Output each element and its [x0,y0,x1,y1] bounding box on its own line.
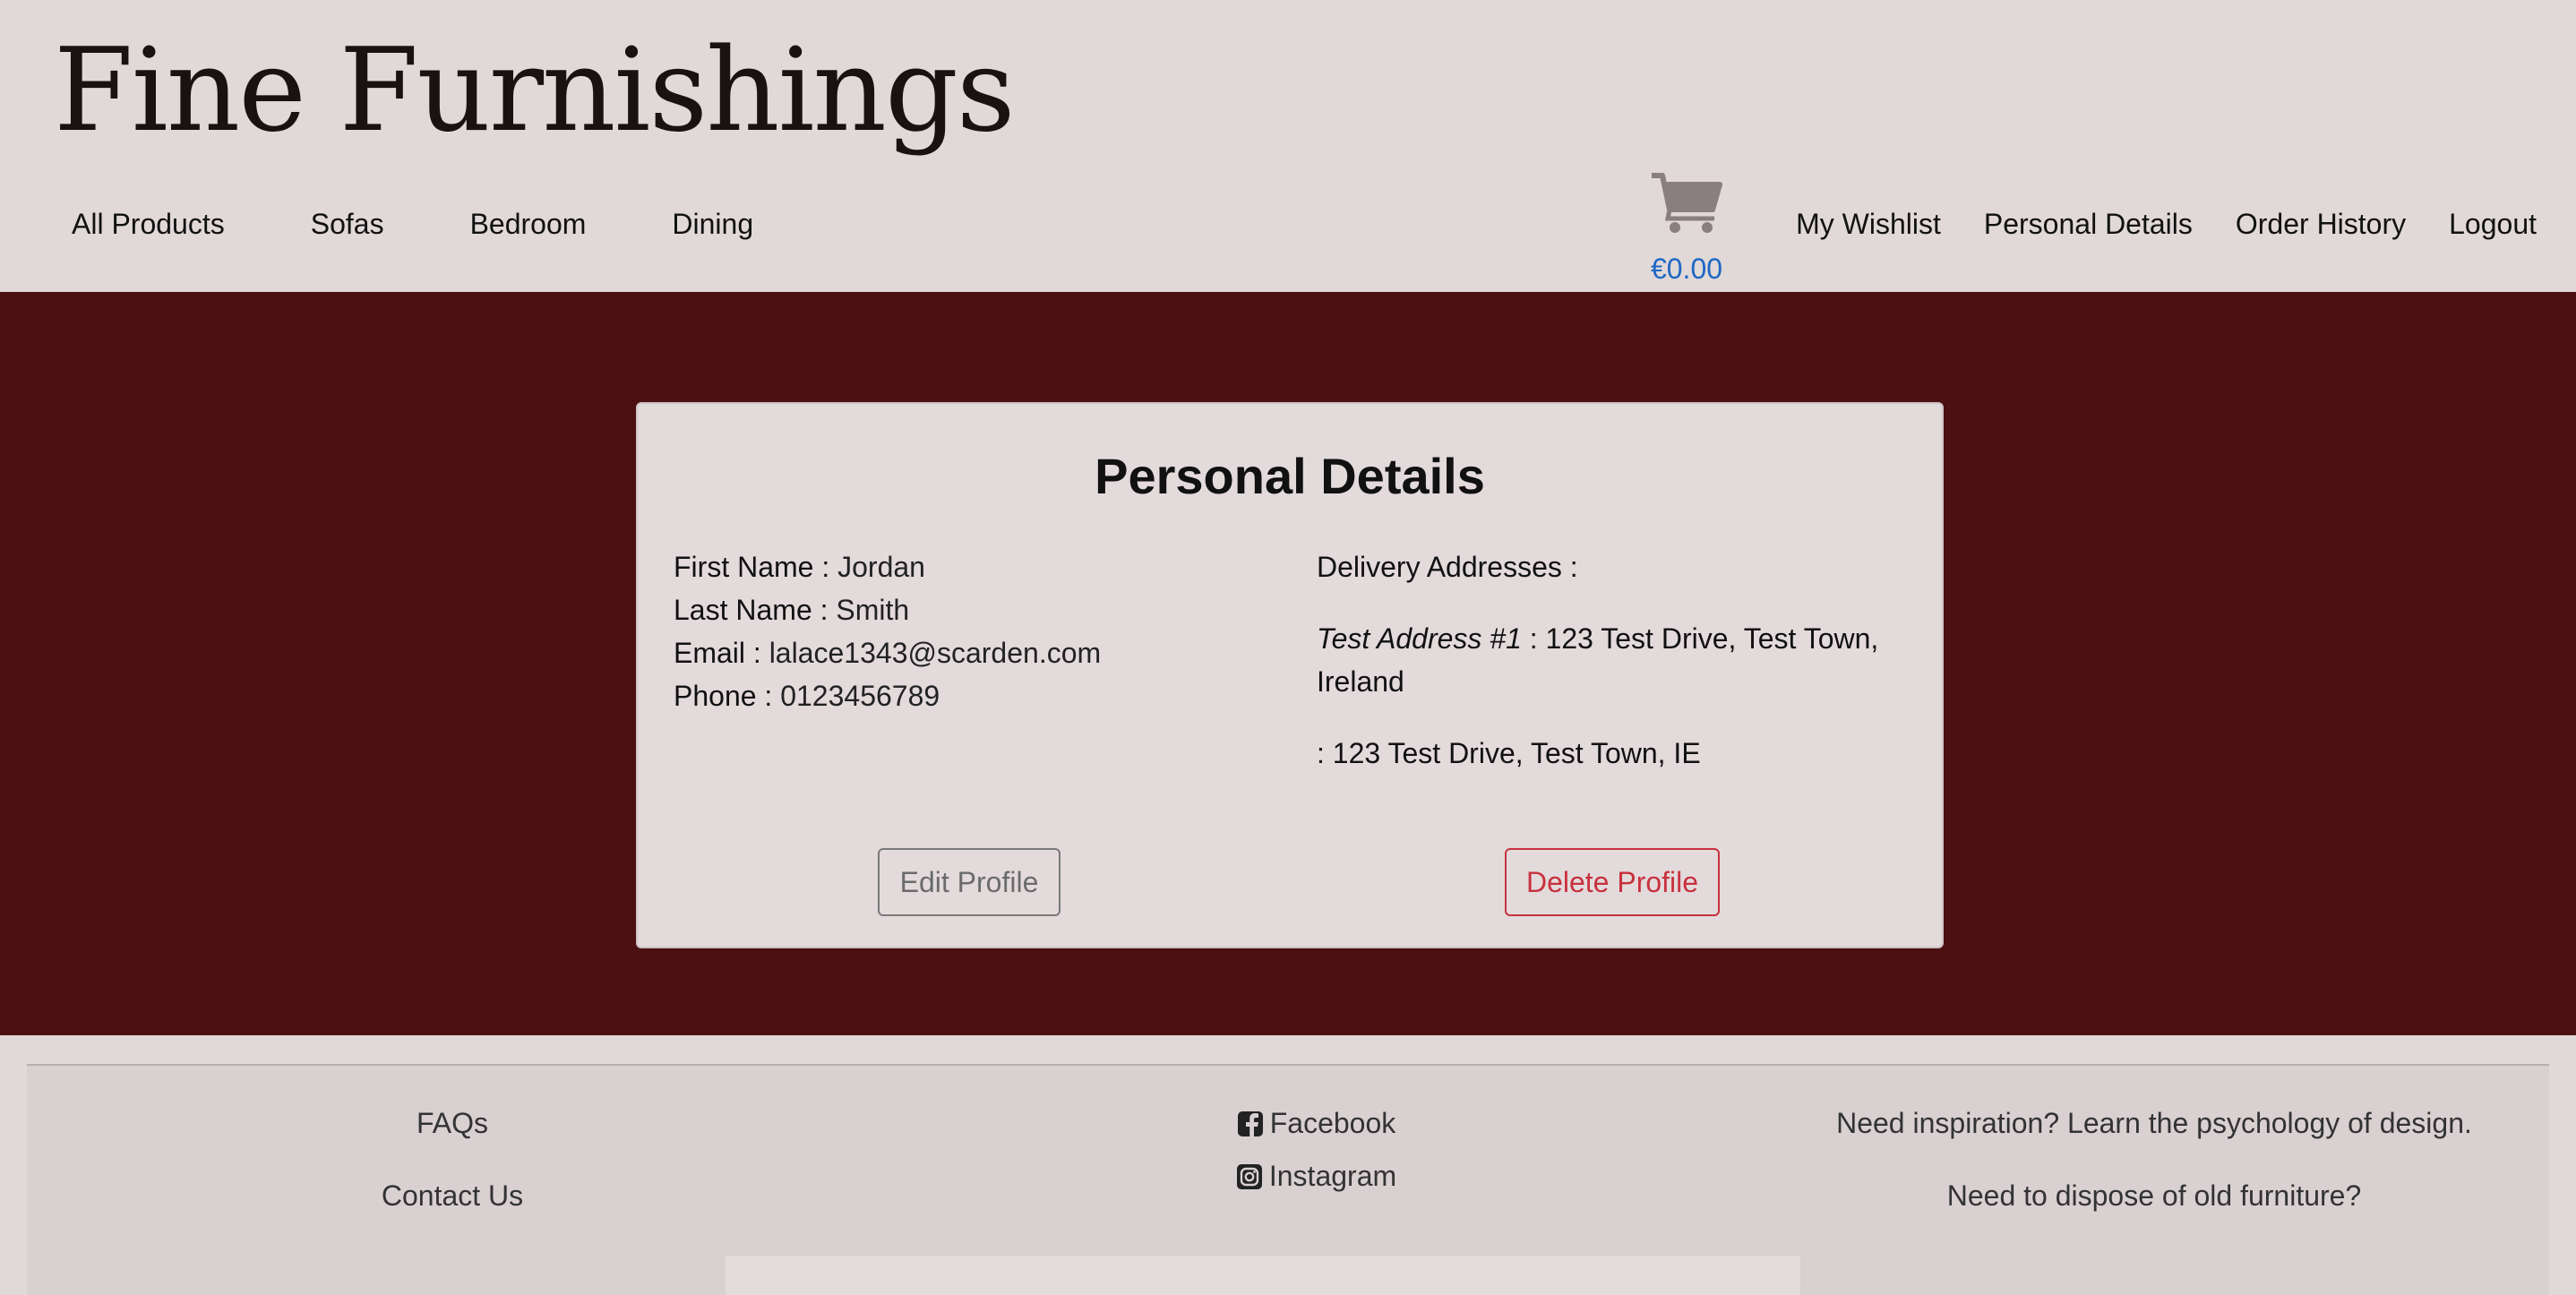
edit-profile-button[interactable]: Edit Profile [878,848,1060,916]
delete-profile-button[interactable]: Delete Profile [1505,848,1720,916]
address-item: : 123 Test Drive, Test Town, IE [1317,732,1908,775]
footer-inspiration-link[interactable]: Need inspiration? Learn the psychology o… [1711,1107,2576,1140]
footer-faqs-link[interactable]: FAQs [27,1107,878,1140]
address-name: Test Address #1 [1317,622,1522,655]
delivery-addresses: Delivery Addresses : Test Address #1 : 1… [1317,545,1908,803]
category-nav: All Products Sofas Bedroom Dining [72,208,839,241]
cart-button[interactable] [1650,170,1723,235]
main-content: Personal Details First Name : Jordan Las… [0,292,2576,1035]
instagram-icon [1236,1163,1262,1189]
email-label: Email : [674,637,761,669]
delivery-addresses-label: Delivery Addresses : [1317,551,1578,583]
nav-logout[interactable]: Logout [2449,208,2537,241]
address-text: : 123 Test Drive, Test Town, IE [1317,737,1701,769]
footer-contact-link[interactable]: Contact Us [27,1179,878,1213]
cart-total[interactable]: €0.00 [1623,253,1750,286]
email-value: lalace1343@scarden.com [769,637,1102,669]
page-title: Personal Details [1095,448,1485,504]
facebook-icon [1237,1111,1263,1136]
footer-help-links: FAQs Contact Us [27,1107,878,1252]
shopping-cart-icon [1652,173,1722,233]
facebook-label: Facebook [1269,1107,1396,1139]
nav-personal-details[interactable]: Personal Details [1984,208,2193,241]
site-logo[interactable]: Fine Furnishings [54,34,1016,149]
phone-row: Phone : 0123456789 [674,674,1256,717]
last-name-value: Smith [836,594,910,626]
last-name-row: Last Name : Smith [674,588,1256,631]
phone-label: Phone : [674,680,773,712]
nav-bedroom[interactable]: Bedroom [470,208,587,241]
footer-info-links: Need inspiration? Learn the psychology o… [1711,1107,2576,1252]
instagram-label: Instagram [1268,1160,1397,1192]
personal-details-card: Personal Details First Name : Jordan Las… [636,402,1944,948]
nav-all-products[interactable]: All Products [72,208,225,241]
footer-instagram-link[interactable]: Instagram [887,1160,1747,1193]
footer-dispose-link[interactable]: Need to dispose of old furniture? [1711,1179,2576,1213]
phone-value: 0123456789 [780,680,940,712]
first-name-label: First Name : [674,551,830,583]
address-item: Test Address #1 : 123 Test Drive, Test T… [1317,617,1908,703]
footer-facebook-link[interactable]: Facebook [887,1107,1747,1140]
email-row: Email : lalace1343@scarden.com [674,631,1256,674]
nav-my-wishlist[interactable]: My Wishlist [1796,208,1941,241]
first-name-row: First Name : Jordan [674,545,1256,588]
site-header: Fine Furnishings All Products Sofas Bedr… [0,0,2576,292]
first-name-value: Jordan [837,551,925,583]
account-nav: My Wishlist Personal Details Order Histo… [1753,208,2537,241]
profile-info: First Name : Jordan Last Name : Smith Em… [674,545,1256,717]
footer-social-links: Facebook Instagram [887,1107,1747,1213]
nav-dining[interactable]: Dining [672,208,753,241]
nav-order-history[interactable]: Order History [2236,208,2406,241]
nav-sofas[interactable]: Sofas [311,208,384,241]
footer-strip [726,1256,1800,1295]
last-name-label: Last Name : [674,594,829,626]
